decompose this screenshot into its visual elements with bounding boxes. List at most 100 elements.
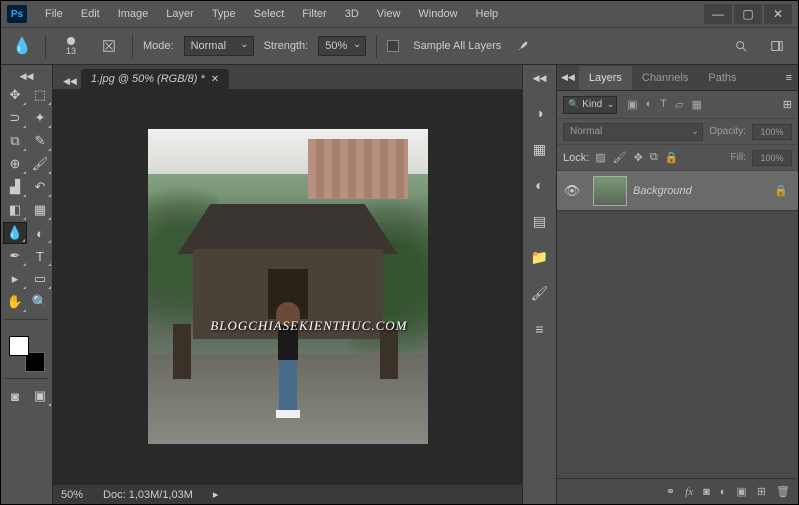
brush-panel-icon[interactable] (96, 33, 122, 59)
document-area: ◀◀ 1.jpg @ 50% (RGB/8) * ✕ (53, 65, 523, 504)
menu-view[interactable]: View (369, 4, 409, 24)
menu-help[interactable]: Help (468, 4, 507, 24)
filter-toggle-icon[interactable]: ⊞ (783, 98, 792, 111)
adjustments-panel-icon[interactable]: ◐ (529, 174, 551, 196)
eyedropper-tool[interactable]: ✎ (28, 130, 52, 152)
lock-all-icon[interactable]: 🔒 (665, 151, 679, 164)
new-layer-icon[interactable]: ⊞ (757, 485, 766, 498)
stamp-tool[interactable]: ▟ (3, 176, 27, 198)
crop-tool[interactable]: ⧉ (3, 130, 27, 152)
eraser-tool[interactable]: ◧ (3, 199, 27, 221)
opacity-input[interactable]: 100% (752, 124, 792, 140)
libraries-panel-icon[interactable]: ▤ (529, 210, 551, 232)
path-select-tool[interactable]: ▸ (3, 268, 27, 290)
tab-layers[interactable]: Layers (579, 66, 632, 90)
filter-kind-dropdown[interactable]: Kind (563, 96, 617, 114)
tab-channels[interactable]: Channels (632, 66, 698, 90)
menu-edit[interactable]: Edit (73, 4, 108, 24)
maximize-button[interactable]: ▢ (734, 4, 762, 24)
layer-filter-row: Kind ▣ ◐ T ▱ ▦ ⊞ (557, 91, 798, 119)
group-icon[interactable]: ▣ (736, 485, 746, 498)
blend-mode-dropdown[interactable]: Normal (563, 123, 703, 141)
panel-menu-icon[interactable]: ≡ (780, 72, 798, 84)
layer-name[interactable]: Background (633, 185, 774, 197)
tab-paths[interactable]: Paths (698, 66, 746, 90)
marquee-tool[interactable]: ⬚ (28, 84, 52, 106)
minimize-button[interactable]: — (704, 4, 732, 24)
folder-panel-icon[interactable]: 📁 (529, 246, 551, 268)
main-area: ◀◀ ✥ ⬚ ⊃ ✦ ⧉ ✎ ⊕ 🖌 ▟ ↶ ◧ ▦ 💧 ◐ ✒ T ▸ ▭ ✋… (1, 65, 798, 504)
shape-tool[interactable]: ▭ (28, 268, 52, 290)
blur-tool[interactable]: 💧 (3, 222, 27, 244)
lasso-tool[interactable]: ⊃ (3, 107, 27, 129)
document-tab-title: 1.jpg @ 50% (RGB/8) * (91, 73, 205, 85)
brush-tool[interactable]: 🖌 (28, 153, 52, 175)
filter-smart-icon[interactable]: ▦ (692, 98, 702, 111)
color-panel-icon[interactable]: ◑ (529, 102, 551, 124)
document-image: BLOGCHIASEKIENTHUC.COM (148, 129, 428, 444)
menu-image[interactable]: Image (110, 4, 157, 24)
tab-close-icon[interactable]: ✕ (211, 74, 219, 85)
panel-collapse-icon[interactable]: ◀◀ (557, 72, 579, 83)
history-brush-tool[interactable]: ↶ (28, 176, 52, 198)
foreground-color[interactable] (9, 336, 29, 356)
dodge-tool[interactable]: ◐ (28, 222, 52, 244)
strength-dropdown[interactable]: 50% (318, 36, 366, 56)
tools-panel: ◀◀ ✥ ⬚ ⊃ ✦ ⧉ ✎ ⊕ 🖌 ▟ ↶ ◧ ▦ 💧 ◐ ✒ T ▸ ▭ ✋… (1, 65, 53, 504)
magic-wand-tool[interactable]: ✦ (28, 107, 52, 129)
workspace-icon[interactable] (764, 33, 790, 59)
brush-preset[interactable]: 13 (56, 33, 86, 59)
hand-tool[interactable]: ✋ (3, 291, 27, 313)
move-tool[interactable]: ✥ (3, 84, 27, 106)
menu-3d[interactable]: 3D (337, 4, 367, 24)
mask-icon[interactable]: ◙ (703, 486, 710, 498)
pen-tool[interactable]: ✒ (3, 245, 27, 267)
doc-info[interactable]: Doc: 1,03M/1,03M (103, 489, 193, 501)
fx-icon[interactable]: fx (685, 486, 693, 498)
menu-file[interactable]: File (37, 4, 71, 24)
filter-adjust-icon[interactable]: ◐ (646, 98, 653, 111)
menu-filter[interactable]: Filter (294, 4, 334, 24)
doc-tab-strip: ◀◀ 1.jpg @ 50% (RGB/8) * ✕ (53, 65, 522, 89)
sample-all-checkbox[interactable] (387, 40, 399, 52)
tools-collapse-icon[interactable]: ◀◀ (3, 69, 50, 84)
delete-layer-icon[interactable]: 🗑 (776, 485, 790, 498)
lock-transparent-icon[interactable]: ▨ (595, 151, 605, 164)
search-icon[interactable] (728, 33, 754, 59)
close-button[interactable]: ✕ (764, 4, 792, 24)
adjustment-layer-icon[interactable]: ◐ (720, 486, 727, 498)
filter-type-icon[interactable]: T (660, 98, 667, 111)
lock-position-icon[interactable]: ✥ (634, 151, 643, 164)
healing-tool[interactable]: ⊕ (3, 153, 27, 175)
lock-artboard-icon[interactable]: ⧉ (650, 151, 658, 164)
document-tab[interactable]: 1.jpg @ 50% (RGB/8) * ✕ (81, 69, 229, 89)
canvas[interactable]: BLOGCHIASEKIENTHUC.COM (53, 89, 522, 484)
filter-shape-icon[interactable]: ▱ (675, 98, 683, 111)
layer-thumbnail[interactable] (593, 176, 627, 206)
lock-image-icon[interactable]: 🖌 (613, 151, 627, 164)
zoom-tool[interactable]: 🔍 (28, 291, 52, 313)
filter-pixel-icon[interactable]: ▣ (627, 98, 637, 111)
mode-dropdown[interactable]: Normal (184, 36, 254, 56)
type-tool[interactable]: T (28, 245, 52, 267)
gradient-tool[interactable]: ▦ (28, 199, 52, 221)
fill-input[interactable]: 100% (752, 150, 792, 166)
layer-row[interactable]: 👁 Background 🔒 (557, 171, 798, 211)
screenmode-tool[interactable]: ▣ (28, 385, 52, 407)
status-arrow-icon[interactable]: ▸ (213, 488, 219, 501)
layer-visibility-icon[interactable]: 👁 (557, 183, 587, 199)
pressure-icon[interactable] (511, 33, 537, 59)
menu-window[interactable]: Window (410, 4, 465, 24)
doc-collapse-icon[interactable]: ◀◀ (59, 74, 81, 89)
menu-type[interactable]: Type (204, 4, 244, 24)
strip-collapse-icon[interactable]: ◀◀ (533, 73, 547, 84)
blur-tool-icon[interactable]: 💧 (9, 33, 35, 59)
swatches-panel-icon[interactable]: ▦ (529, 138, 551, 160)
zoom-level[interactable]: 50% (61, 489, 83, 501)
brushes-panel-icon[interactable]: 🖌 (529, 282, 551, 304)
link-layers-icon[interactable]: ⚭ (666, 485, 675, 498)
menu-layer[interactable]: Layer (158, 4, 202, 24)
menu-select[interactable]: Select (246, 4, 293, 24)
quickmask-tool[interactable]: ◙ (3, 385, 27, 407)
properties-panel-icon[interactable]: ≡ (529, 318, 551, 340)
